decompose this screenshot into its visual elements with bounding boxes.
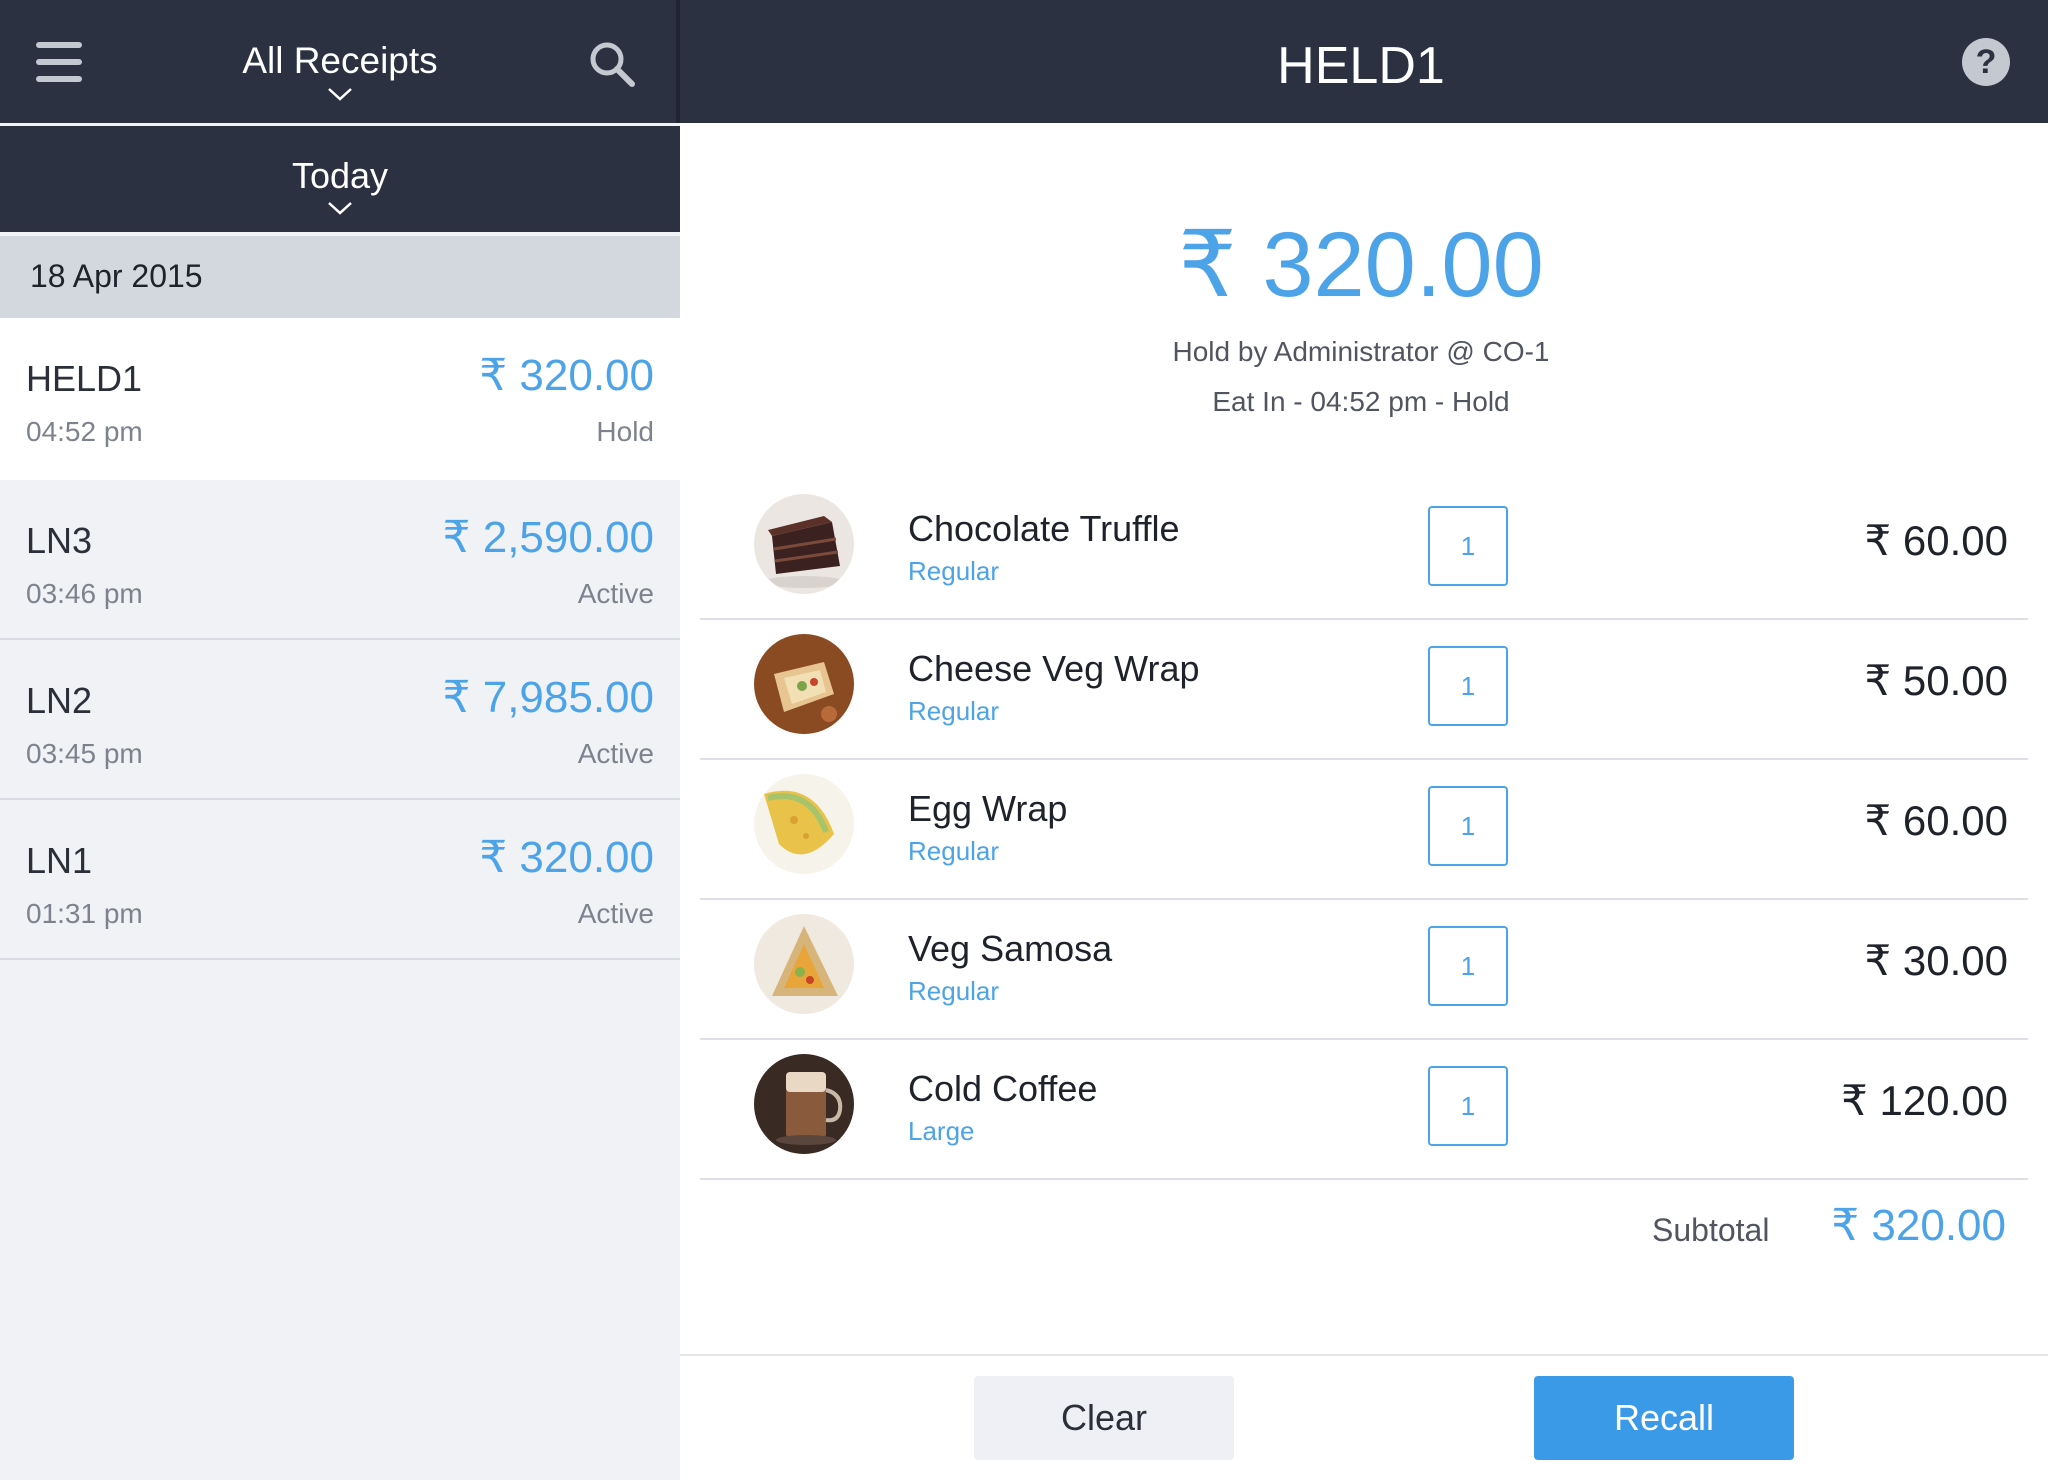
item-name: Cheese Veg Wrap [908, 648, 1200, 689]
recall-button[interactable]: Recall [1534, 1376, 1794, 1460]
item-name: Chocolate Truffle [908, 508, 1180, 549]
receipt-row-ln1[interactable]: LN1 ₹ 320.00 01:31 pm Active [0, 800, 680, 960]
date-group-header: 18 Apr 2015 [0, 236, 680, 318]
receipt-id: LN1 [26, 840, 93, 881]
veg-samosa-image [754, 914, 854, 1014]
footer-divider [680, 1354, 2048, 1356]
cheese-veg-wrap-image [754, 634, 854, 734]
receipts-panel: All Receipts Today 18 Apr 2015 HELD1 ₹ 3… [0, 0, 680, 1480]
item-variant: Regular [908, 696, 1000, 726]
clear-button[interactable]: Clear [974, 1376, 1234, 1460]
quantity-stepper[interactable]: 1 [1428, 646, 1508, 726]
receipt-id: LN3 [26, 520, 93, 561]
item-name: Veg Samosa [908, 928, 1113, 969]
receipt-row-ln2[interactable]: LN2 ₹ 7,985.00 03:45 pm Active [0, 640, 680, 800]
order-items-list: Chocolate Truffle Regular 1 ₹ 60.00 Chee… [700, 480, 2028, 1180]
order-info: Eat In - 04:52 pm - Hold [1212, 386, 1510, 417]
receipt-amount: ₹ 7,985.00 [442, 673, 655, 722]
receipt-time: 03:46 pm [26, 578, 143, 609]
receipt-amount: ₹ 2,590.00 [442, 513, 655, 562]
receipt-row-ln3[interactable]: LN3 ₹ 2,590.00 03:46 pm Active [0, 480, 680, 640]
receipt-time: 01:31 pm [26, 898, 143, 929]
order-item[interactable]: Cheese Veg Wrap Regular 1 ₹ 50.00 [700, 620, 2028, 760]
chevron-down-icon [328, 202, 352, 215]
order-item[interactable]: Veg Samosa Regular 1 ₹ 30.00 [700, 900, 2028, 1040]
subtotal-value: ₹ 320.00 [1831, 1201, 2006, 1250]
receipt-row-held1[interactable]: HELD1 ₹ 320.00 04:52 pm Hold [0, 318, 680, 480]
item-price: ₹ 50.00 [1864, 657, 2009, 704]
quantity-stepper[interactable]: 1 [1428, 786, 1508, 866]
item-name: Cold Coffee [908, 1068, 1098, 1109]
receipt-status: Hold [596, 416, 654, 447]
quantity-stepper[interactable]: 1 [1428, 926, 1508, 1006]
receipt-detail-header: HELD1 [680, 0, 2048, 123]
item-variant: Regular [908, 556, 1000, 586]
quantity-stepper[interactable]: 1 [1428, 506, 1508, 586]
egg-wrap-image [754, 774, 854, 874]
receipts-header: All Receipts [0, 0, 676, 123]
receipt-status: Active [577, 898, 654, 929]
receipt-summary: ₹ 320.00 Hold by Administrator @ CO-1 Ea… [680, 210, 2042, 420]
item-variant: Regular [908, 836, 1000, 866]
receipt-id: HELD1 [26, 358, 143, 399]
item-price: ₹ 60.00 [1864, 797, 2009, 844]
date-group-label: 18 Apr 2015 [30, 258, 203, 294]
order-item[interactable]: Egg Wrap Regular 1 ₹ 60.00 [700, 760, 2028, 900]
period-filter-dropdown[interactable]: Today [0, 126, 680, 232]
item-variant: Regular [908, 976, 1000, 1006]
receipt-amount: ₹ 320.00 [479, 833, 654, 882]
hold-info: Hold by Administrator @ CO-1 [1172, 336, 1550, 367]
receipt-total: ₹ 320.00 [1178, 214, 1544, 316]
cold-coffee-image [754, 1054, 854, 1154]
receipt-amount: ₹ 320.00 [479, 351, 654, 400]
item-price: ₹ 30.00 [1864, 937, 2009, 984]
receipt-id: LN2 [26, 680, 93, 721]
order-item[interactable]: Chocolate Truffle Regular 1 ₹ 60.00 [700, 480, 2028, 620]
receipt-status: Active [577, 578, 654, 609]
item-price: ₹ 120.00 [1841, 1077, 2008, 1124]
hamburger-menu-icon[interactable] [36, 42, 82, 82]
item-variant: Large [908, 1116, 975, 1146]
receipt-time: 04:52 pm [26, 416, 143, 447]
receipt-filter-dropdown[interactable]: All Receipts [160, 36, 520, 102]
subtotal-label: Subtotal [1652, 1212, 1770, 1248]
search-icon[interactable] [586, 38, 638, 90]
receipt-status: Active [577, 738, 654, 769]
quantity-stepper[interactable]: 1 [1428, 1066, 1508, 1146]
period-filter-label: Today [291, 155, 389, 196]
receipt-title: HELD1 [1277, 37, 1445, 95]
receipt-time: 03:45 pm [26, 738, 143, 769]
chocolate-cake-image [754, 494, 854, 594]
chevron-down-icon [328, 88, 352, 101]
item-price: ₹ 60.00 [1864, 517, 2009, 564]
item-name: Egg Wrap [908, 788, 1068, 829]
help-question-icon[interactable]: ? [1962, 38, 2010, 86]
receipt-list: HELD1 ₹ 320.00 04:52 pm Hold LN3 ₹ 2,590… [0, 318, 680, 960]
order-item[interactable]: Cold Coffee Large 1 ₹ 120.00 [700, 1040, 2028, 1180]
receipt-filter-label: All Receipts [242, 40, 438, 81]
